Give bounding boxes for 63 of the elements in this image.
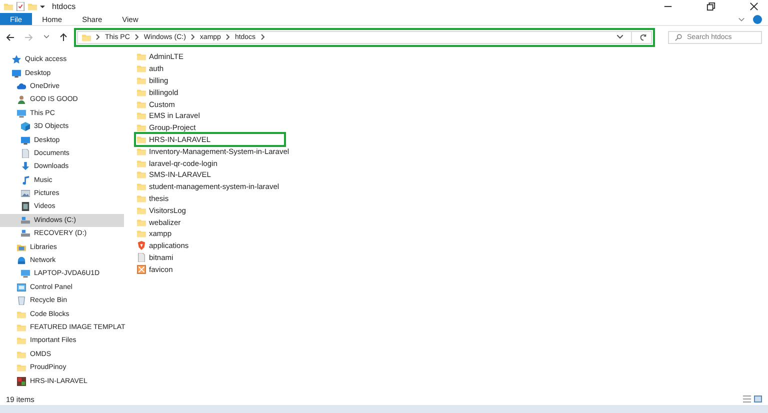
network-icon — [17, 256, 26, 266]
recycle-bin-icon — [17, 296, 26, 306]
folder-icon — [137, 229, 146, 238]
dropdown-icon[interactable] — [617, 35, 623, 39]
download-icon — [21, 162, 30, 172]
app-icon — [17, 376, 26, 386]
shield-icon — [137, 241, 146, 250]
folder-icon — [17, 336, 26, 346]
folder-icon — [137, 182, 146, 192]
details-view-icon[interactable] — [743, 395, 751, 403]
large-icons-view-icon[interactable] — [754, 395, 762, 403]
desktop-icon — [12, 68, 21, 78]
folder-icon — [137, 158, 146, 168]
folder-icon — [137, 52, 146, 62]
user-icon — [17, 95, 26, 104]
film-icon — [21, 202, 30, 212]
control-panel-icon — [17, 282, 26, 292]
chevron-icon — [190, 34, 195, 40]
desktop-icon — [21, 136, 30, 145]
folder-icon — [17, 350, 26, 359]
document-icon — [21, 148, 30, 158]
drive-icon — [21, 216, 30, 225]
image-file-icon — [137, 264, 146, 274]
chevron-icon — [226, 34, 230, 40]
computer-icon — [21, 269, 30, 278]
music-note-icon — [21, 176, 30, 185]
folder-icon — [137, 134, 146, 144]
folder-icon — [137, 170, 146, 180]
folder-icon — [4, 2, 13, 11]
folder-icon — [17, 363, 26, 372]
folder-icon — [137, 206, 146, 215]
file-icon — [137, 252, 146, 262]
chevron-icon — [134, 34, 139, 40]
chevron-icon[interactable] — [738, 16, 745, 22]
folder-icon — [137, 64, 146, 74]
window-title: htdocs — [52, 2, 76, 11]
search-icon — [675, 34, 682, 40]
folder-icon — [137, 100, 146, 109]
folder-icon — [82, 32, 91, 42]
chevron-icon — [260, 34, 265, 40]
cloud-icon — [17, 82, 26, 91]
folder-icon — [137, 146, 146, 156]
folder-icon — [28, 2, 37, 11]
refresh-icon[interactable] — [640, 34, 647, 40]
folder-icon — [137, 123, 146, 132]
folder-icon — [17, 323, 26, 332]
folder-icon — [137, 76, 146, 85]
up-arrow-icon[interactable] — [60, 33, 67, 41]
properties-icon[interactable] — [16, 2, 25, 11]
folder-icon — [137, 218, 146, 227]
folder-icon — [17, 310, 26, 319]
folder-icon — [137, 111, 146, 120]
folder-icon — [137, 194, 146, 203]
library-icon — [17, 242, 26, 252]
chevron-icon — [96, 34, 100, 40]
back-arrow-icon[interactable] — [6, 34, 14, 40]
star-icon — [12, 55, 21, 64]
computer-icon — [17, 108, 26, 118]
folder-icon — [137, 88, 146, 97]
dropdown-icon[interactable] — [40, 4, 45, 9]
cube-icon — [21, 122, 30, 132]
drive-icon — [21, 229, 30, 238]
picture-icon — [21, 189, 30, 198]
